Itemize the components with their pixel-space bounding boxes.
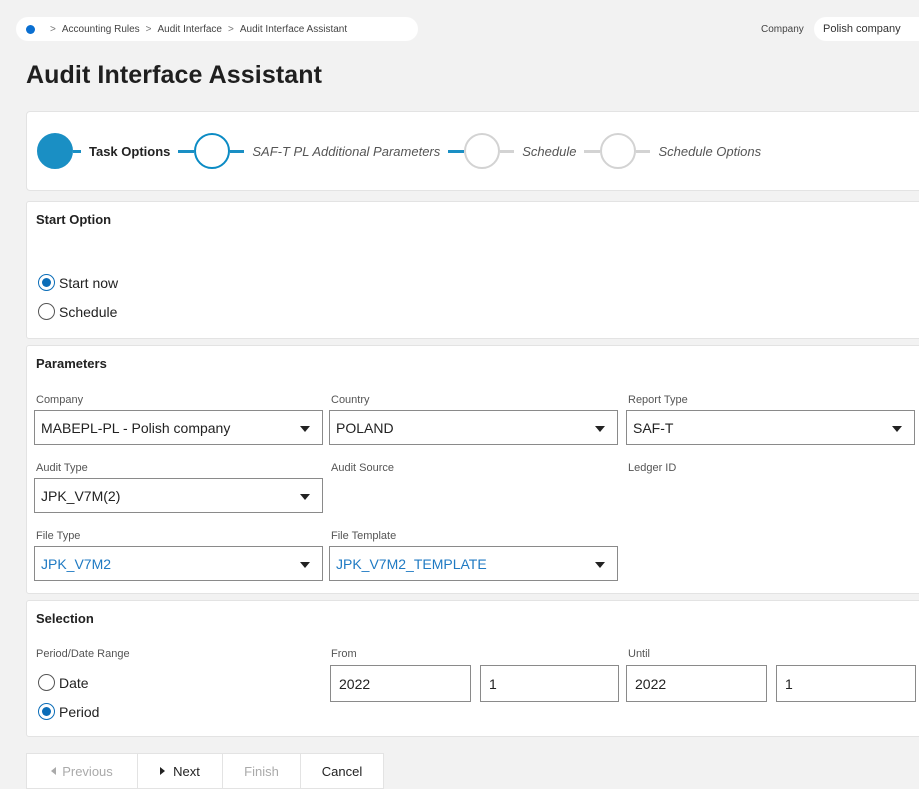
- until-year-value: 2022: [635, 675, 667, 692]
- step-circle-saf-t-pl-additional-parameters[interactable]: [194, 133, 231, 169]
- report-type-select-value: SAF-T: [633, 419, 674, 436]
- start-now-radio[interactable]: [38, 274, 55, 291]
- from-year-input[interactable]: 2022: [330, 665, 471, 702]
- wizard-stepper: Task Options SAF-T PL Additional Paramet…: [26, 111, 919, 191]
- chevron-down-icon: [300, 426, 310, 432]
- report-type-select[interactable]: SAF-T: [626, 410, 915, 445]
- from-period-input[interactable]: 1: [480, 665, 619, 702]
- company-select-value: MABEPL-PL - Polish company: [41, 419, 231, 436]
- previous-button-label: Previous: [62, 763, 113, 779]
- chevron-down-icon: [892, 426, 902, 432]
- breadcrumb-item-accounting-rules[interactable]: Accounting Rules: [62, 24, 140, 35]
- wizard-footer: Previous Next Finish Cancel: [26, 753, 384, 789]
- start-option-title: Start Option: [36, 212, 112, 227]
- step-label-schedule[interactable]: Schedule: [522, 144, 576, 159]
- audit-type-select-value: JPK_V7M(2): [41, 487, 121, 504]
- step-connector: [584, 149, 601, 153]
- step-circle-schedule-options[interactable]: [600, 133, 637, 169]
- schedule-radio[interactable]: [38, 303, 55, 320]
- parameters-panel: Parameters Company MABEPL-PL - Polish co…: [26, 345, 919, 594]
- ledger-id-field-label: Ledger ID: [628, 462, 677, 474]
- schedule-option[interactable]: Schedule: [38, 303, 117, 320]
- date-option[interactable]: Date: [38, 674, 89, 691]
- next-button[interactable]: Next: [138, 754, 223, 788]
- step-connector: [178, 149, 195, 153]
- date-radio[interactable]: [38, 674, 55, 691]
- schedule-label: Schedule: [59, 303, 118, 320]
- from-period-value: 1: [489, 675, 497, 692]
- from-field-label: From: [331, 648, 357, 660]
- chevron-down-icon: [595, 562, 605, 568]
- step-label-task-options[interactable]: Task Options: [89, 144, 170, 159]
- cancel-button-label: Cancel: [321, 763, 363, 779]
- until-period-value: 1: [785, 675, 793, 692]
- home-icon[interactable]: [26, 24, 35, 34]
- finish-button[interactable]: Finish: [223, 754, 301, 788]
- period-radio[interactable]: [38, 703, 55, 720]
- step-connector: [448, 149, 465, 153]
- step-circle-schedule[interactable]: [464, 133, 501, 169]
- chevron-down-icon: [300, 562, 310, 568]
- company-field-label: Company: [36, 394, 84, 406]
- selection-panel: Selection Period/Date Range Date Period …: [26, 600, 919, 737]
- period-option[interactable]: Period: [38, 703, 99, 720]
- until-year-input[interactable]: 2022: [626, 665, 767, 702]
- from-year-value: 2022: [339, 675, 371, 692]
- file-template-field-label: File Template: [331, 530, 397, 542]
- step-label-schedule-options[interactable]: Schedule Options: [658, 144, 761, 159]
- company-context-value: Polish company: [823, 23, 901, 35]
- audit-interface-assistant-page: > Accounting Rules > Audit Interface > A…: [0, 0, 919, 789]
- breadcrumb-item-audit-interface-assistant[interactable]: Audit Interface Assistant: [240, 24, 347, 35]
- file-template-select-value: JPK_V7M2_TEMPLATE: [336, 555, 487, 572]
- start-now-label: Start now: [59, 274, 119, 291]
- breadcrumb-item-audit-interface[interactable]: Audit Interface: [158, 24, 222, 35]
- country-field-label: Country: [331, 394, 370, 406]
- chevron-down-icon: [595, 426, 605, 432]
- file-type-select[interactable]: JPK_V7M2: [34, 546, 323, 581]
- company-select[interactable]: MABEPL-PL - Polish company: [34, 410, 323, 445]
- chevron-right-icon: >: [228, 23, 234, 35]
- date-label: Date: [59, 674, 89, 691]
- step-connector: [500, 149, 515, 153]
- period-date-range-label: Period/Date Range: [36, 648, 130, 660]
- next-button-label: Next: [173, 763, 200, 779]
- country-select[interactable]: POLAND: [329, 410, 618, 445]
- country-select-value: POLAND: [336, 419, 394, 436]
- step-connector: [73, 149, 81, 153]
- file-template-select[interactable]: JPK_V7M2_TEMPLATE: [329, 546, 618, 581]
- company-context-chip[interactable]: Polish company: [814, 17, 919, 41]
- start-option-panel: Start Option Start now Schedule: [26, 201, 919, 339]
- until-period-input[interactable]: 1: [776, 665, 916, 702]
- audit-source-field-label: Audit Source: [331, 462, 394, 474]
- step-connector: [636, 149, 651, 153]
- until-field-label: Until: [628, 648, 651, 660]
- chevron-right-icon: >: [50, 23, 56, 35]
- start-now-option[interactable]: Start now: [38, 274, 118, 291]
- selection-title: Selection: [36, 611, 94, 626]
- parameters-title: Parameters: [36, 356, 107, 371]
- step-circle-task-options[interactable]: [37, 133, 73, 169]
- audit-type-select[interactable]: JPK_V7M(2): [34, 478, 323, 513]
- caret-right-icon: [160, 767, 166, 775]
- cancel-button[interactable]: Cancel: [301, 754, 383, 788]
- period-label: Period: [59, 703, 100, 720]
- page-title: Audit Interface Assistant: [26, 61, 323, 89]
- previous-button[interactable]: Previous: [27, 754, 138, 788]
- file-type-field-label: File Type: [36, 530, 81, 542]
- caret-left-icon: [51, 767, 57, 775]
- company-context-label: Company: [761, 24, 804, 35]
- report-type-field-label: Report Type: [628, 394, 688, 406]
- audit-type-field-label: Audit Type: [36, 462, 88, 474]
- chevron-right-icon: >: [145, 23, 152, 35]
- step-label-saf-t-pl-additional-parameters[interactable]: SAF-T PL Additional Parameters: [252, 144, 440, 159]
- step-connector: [230, 149, 245, 153]
- breadcrumb: > Accounting Rules > Audit Interface > A…: [16, 17, 418, 41]
- finish-button-label: Finish: [244, 763, 279, 779]
- chevron-down-icon: [300, 494, 310, 500]
- file-type-select-value: JPK_V7M2: [41, 555, 112, 572]
